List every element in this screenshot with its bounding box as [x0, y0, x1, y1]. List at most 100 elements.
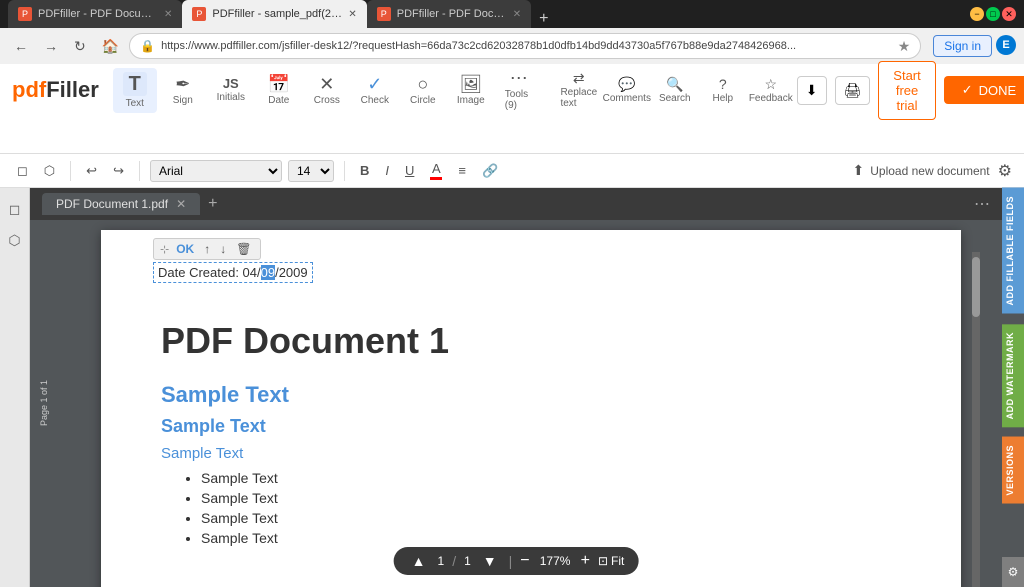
- circle-tool-label: Circle: [410, 95, 436, 106]
- start-trial-button[interactable]: Start free trial: [878, 61, 935, 120]
- window-close[interactable]: ✕: [1002, 7, 1016, 21]
- pdf-heading-3: Sample Text: [161, 445, 901, 462]
- search-icon: 🔍: [666, 77, 683, 91]
- initials-tool-icon: JS: [223, 77, 239, 90]
- tool-image[interactable]: 🖼 Image: [449, 71, 493, 110]
- left-panel-tool1[interactable]: ◻: [6, 198, 24, 221]
- versions-tab[interactable]: VERSIONS: [1002, 437, 1024, 504]
- nav-refresh[interactable]: ↻: [68, 34, 92, 59]
- settings-icon[interactable]: ⚙: [998, 161, 1012, 181]
- link-button[interactable]: 🔗: [477, 161, 503, 181]
- feedback-icon: ☆: [765, 77, 778, 91]
- field-size-down-icon[interactable]: ↓: [217, 241, 229, 257]
- doc-tab-label: PDF Document 1.pdf: [56, 197, 168, 211]
- initials-tool-label: Initials: [217, 92, 245, 103]
- check-tool-label: Check: [361, 95, 389, 106]
- document-area: PDF Document 1.pdf ✕ + ⋯ Page 1 of 1 ⊹ O…: [30, 188, 1002, 587]
- tab-1-close[interactable]: ✕: [164, 9, 172, 20]
- browser-tab-1[interactable]: P PDFfiller - PDF Document 1.pdf ✕: [8, 0, 182, 28]
- fit-icon: ⊡: [598, 554, 608, 568]
- text-color-button[interactable]: A: [425, 159, 447, 182]
- doc-tab-close[interactable]: ✕: [176, 197, 186, 211]
- tool-check[interactable]: ✓ Check: [353, 71, 397, 110]
- text-field-overlay[interactable]: Date Created: 04/09/2009: [153, 262, 313, 283]
- zoom-in-button[interactable]: +: [581, 552, 590, 570]
- tool-initials[interactable]: JS Initials: [209, 73, 253, 107]
- url-text: https://www.pdffiller.com/jsfiller-desk1…: [161, 40, 892, 52]
- tool-help[interactable]: ? Help: [701, 73, 745, 108]
- tool-circle[interactable]: ○ Circle: [401, 71, 445, 110]
- date-highlight: 09: [261, 265, 275, 280]
- sidebar-bottom-icon[interactable]: ⚙: [1002, 557, 1024, 587]
- field-size-up-icon[interactable]: ↑: [201, 241, 213, 257]
- fillable-fields-tab[interactable]: ADD FILLABLE FIELDS: [1002, 188, 1024, 314]
- pdf-heading-1: Sample Text: [161, 382, 901, 408]
- tool-feedback[interactable]: ☆ Feedback: [749, 73, 793, 108]
- text-tool-label: Text: [126, 98, 144, 109]
- fit-button[interactable]: ⊡ Fit: [598, 554, 624, 568]
- doc-more-options[interactable]: ⋯: [974, 194, 990, 214]
- field-delete-icon[interactable]: 🗑: [233, 241, 254, 257]
- doc-tab-add[interactable]: +: [208, 195, 217, 213]
- tab-3-close[interactable]: ✕: [513, 9, 521, 20]
- align-button[interactable]: ≡: [453, 161, 471, 180]
- browser-tab-3[interactable]: P PDFfiller - PDF Document 1(1)p... ✕: [367, 0, 531, 28]
- tool-sign[interactable]: ✒ Sign: [161, 71, 205, 110]
- left-panel-tool2[interactable]: ⬡: [5, 229, 23, 252]
- font-size-select[interactable]: 14 12 16 18: [288, 160, 334, 182]
- done-label: DONE: [979, 83, 1017, 98]
- tool-cross[interactable]: ✕ Cross: [305, 71, 349, 110]
- page-navigation-bar: ▲ 1 / 1 ▼ | − 177% + ⊡ Fit: [394, 547, 639, 575]
- nav-home[interactable]: 🏠: [96, 34, 125, 59]
- zoom-out-button[interactable]: −: [520, 552, 529, 570]
- format-sep-2: [139, 161, 140, 181]
- done-button[interactable]: ✓ DONE: [944, 76, 1024, 104]
- window-maximize[interactable]: □: [986, 7, 1000, 21]
- browser-tab-2[interactable]: P PDFfiller - sample_pdf(2).p... ✕: [182, 0, 366, 28]
- field-ok-button[interactable]: OK: [173, 241, 197, 257]
- app-logo: pdfFiller: [12, 77, 99, 103]
- sign-in-button[interactable]: Sign in: [933, 35, 992, 57]
- tab-2-close[interactable]: ✕: [348, 9, 356, 20]
- bold-button[interactable]: B: [355, 161, 374, 180]
- print-button[interactable]: 🖨: [835, 76, 871, 105]
- font-family-select[interactable]: Arial Times New Roman Helvetica: [150, 160, 282, 182]
- cross-tool-icon: ✕: [319, 75, 334, 93]
- upload-new-doc-button[interactable]: ⬆ Upload new document: [853, 162, 990, 179]
- tool-replace-text[interactable]: ⇄ Replace text: [557, 67, 601, 113]
- url-bar[interactable]: 🔒 https://www.pdffiller.com/jsfiller-des…: [129, 33, 921, 59]
- list-item: Sample Text: [201, 470, 901, 486]
- format-sep-3: [344, 161, 345, 181]
- scrollbar-track[interactable]: [972, 252, 980, 587]
- tool-search[interactable]: 🔍 Search: [653, 73, 697, 108]
- tab-3-label: PDFfiller - PDF Document 1(1)p...: [397, 8, 507, 20]
- nav-forward[interactable]: →: [38, 34, 64, 58]
- new-tab-button[interactable]: +: [533, 10, 554, 28]
- format-icon-left2[interactable]: ⬡: [39, 161, 60, 181]
- next-page-button[interactable]: ▼: [479, 551, 501, 571]
- zoom-level: 177%: [538, 554, 573, 568]
- nav-back[interactable]: ←: [8, 34, 34, 58]
- italic-button[interactable]: I: [380, 161, 394, 180]
- redo-button[interactable]: ↪: [108, 161, 129, 181]
- field-move-icon[interactable]: ⊹: [160, 243, 169, 256]
- window-minimize[interactable]: −: [970, 7, 984, 21]
- doc-tab-main[interactable]: PDF Document 1.pdf ✕: [42, 193, 200, 215]
- tool-comments[interactable]: 💬 Comments: [605, 73, 649, 108]
- left-panel: ◻ ⬡: [0, 188, 30, 587]
- tool-text[interactable]: T Text: [113, 68, 157, 113]
- format-icon-left1[interactable]: ◻: [12, 161, 33, 181]
- text-field-toolbar[interactable]: ⊹ OK ↑ ↓ 🗑: [153, 238, 261, 260]
- download-button[interactable]: ⬇: [797, 76, 827, 105]
- total-pages: 1: [464, 554, 471, 568]
- image-tool-label: Image: [457, 95, 485, 106]
- watermark-tab[interactable]: ADD WATERMARK: [1002, 324, 1024, 427]
- tool-tools[interactable]: ⋯ Tools (9): [497, 65, 541, 115]
- tool-date[interactable]: 📅 Date: [257, 71, 301, 110]
- scrollbar-thumb[interactable]: [972, 257, 980, 317]
- undo-button[interactable]: ↩: [81, 161, 102, 181]
- doc-scroll-area[interactable]: Page 1 of 1 ⊹ OK ↑ ↓ 🗑 Date Created: 04/…: [30, 220, 1002, 587]
- circle-tool-icon: ○: [417, 75, 428, 93]
- underline-button[interactable]: U: [400, 161, 419, 180]
- prev-page-button[interactable]: ▲: [408, 551, 430, 571]
